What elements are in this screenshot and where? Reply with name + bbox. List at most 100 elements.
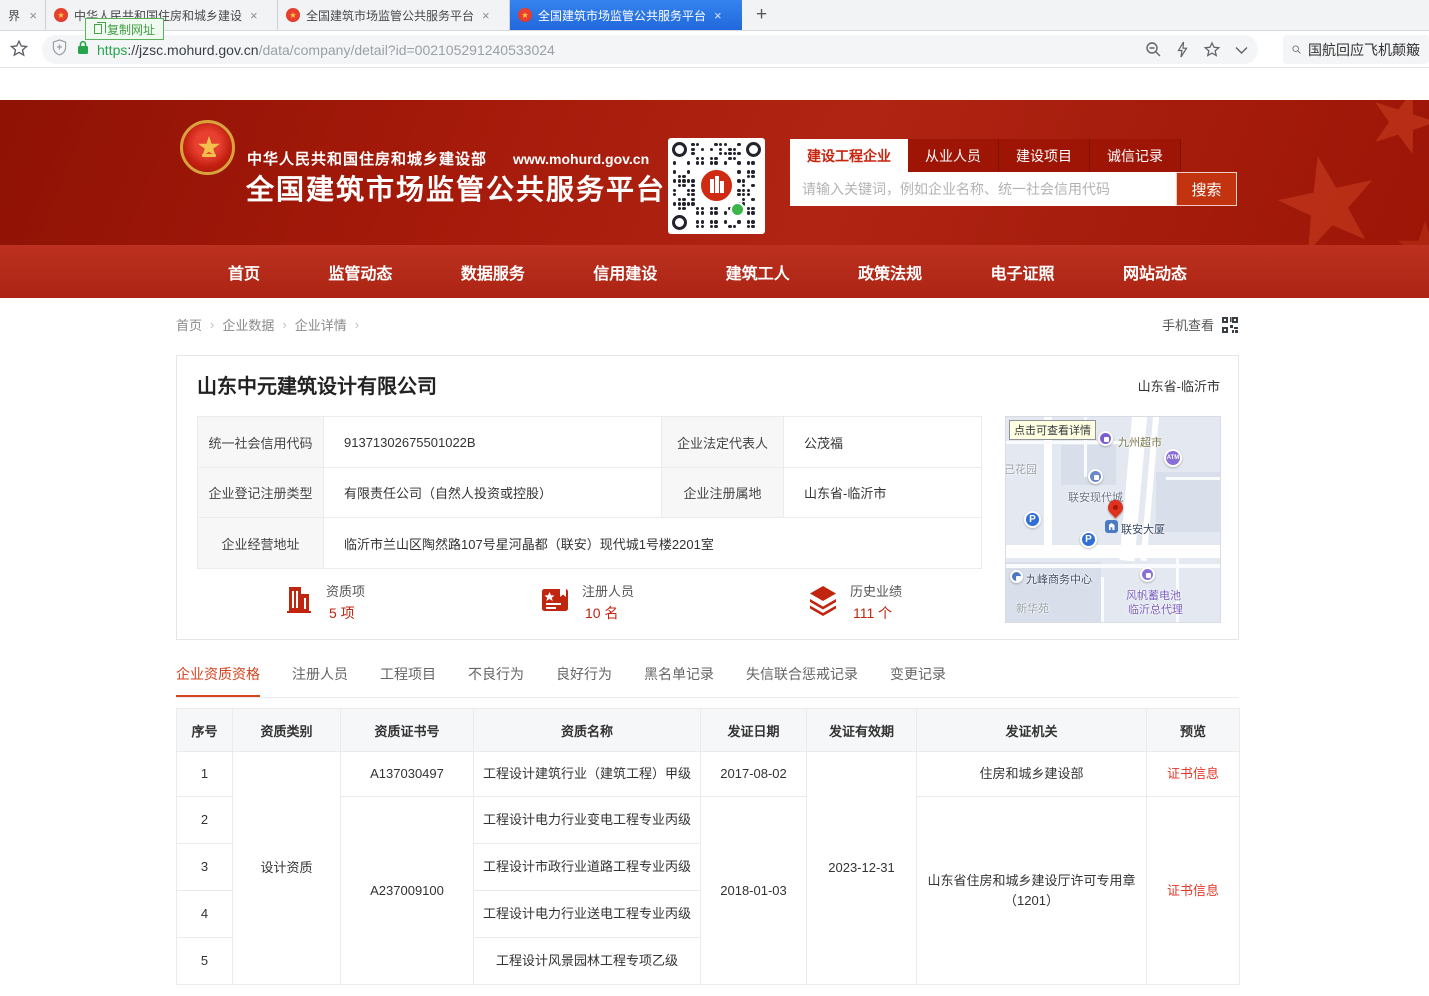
new-tab-button[interactable]: + <box>742 0 781 30</box>
browser-toolbar: https://jzsc.mohurd.gov.cn/data/company/… <box>0 31 1429 68</box>
breadcrumb-company-data[interactable]: 企业数据 <box>222 315 274 334</box>
browser-search-box[interactable]: 国航回应飞机颠簸 <box>1283 35 1429 64</box>
copy-tooltip-text: 复制网址 <box>107 21 155 38</box>
url-text: https://jzsc.mohurd.gov.cn/data/company/… <box>97 42 1135 58</box>
screen: 界 × 中华人民共和国住房和城乡建设 × 全国建筑市场监管公共服务平台 × 全国… <box>0 0 1429 996</box>
table-row: 1 设计资质 A137030497 工程设计建筑行业（建筑工程）甲级 2017-… <box>177 752 1240 797</box>
nav-item-policy[interactable]: 政策法规 <box>858 260 922 284</box>
search-tab-credit[interactable]: 诚信记录 <box>1090 139 1181 172</box>
ministry-name: 中华人民共和国住房和城乡建设部www.mohurd.gov.cn <box>247 148 649 169</box>
search-button[interactable]: 搜索 <box>1176 172 1237 206</box>
address-bar[interactable]: https://jzsc.mohurd.gov.cn/data/company/… <box>42 35 1258 64</box>
search-tab-project[interactable]: 建设项目 <box>999 139 1090 172</box>
nav-item-supervision[interactable]: 监管动态 <box>328 260 392 284</box>
qr-finder <box>672 215 687 230</box>
company-region: 山东省-临沂市 <box>1138 376 1220 395</box>
browser-tab-3-active[interactable]: 全国建筑市场监管公共服务平台 × <box>510 0 742 30</box>
parking-icon: P <box>1080 531 1097 548</box>
mobile-view-button[interactable]: 手机查看 <box>1162 315 1238 334</box>
validity-date: 2023-12-31 <box>807 752 917 985</box>
field-label: 统一社会信用代码 <box>198 417 324 468</box>
tab-registered-personnel[interactable]: 注册人员 <box>292 664 348 697</box>
nav-item-site-news[interactable]: 网站动态 <box>1123 260 1187 284</box>
row-no: 4 <box>177 891 233 938</box>
breadcrumb-separator: › <box>355 317 359 332</box>
row-no: 1 <box>177 752 233 797</box>
row-no: 3 <box>177 844 233 891</box>
authority-line2: （1201） <box>1004 893 1059 908</box>
search-tab-personnel[interactable]: 从业人员 <box>908 139 999 172</box>
breadcrumb-home[interactable]: 首页 <box>176 315 202 334</box>
zoom-out-icon[interactable] <box>1145 41 1162 58</box>
copy-icon <box>94 24 102 34</box>
nav-item-data-service[interactable]: 数据服务 <box>461 260 525 284</box>
breadcrumb-row: 首页 › 企业数据 › 企业详情 › 手机查看 <box>0 313 1429 337</box>
browser-tab-0[interactable]: 界 × <box>0 0 46 30</box>
company-location-map[interactable]: 点击可查看详情 九州超市 ATM 己花园 联安现代城 联安大厦 P P 九峰商务… <box>1005 416 1221 623</box>
issuing-authority: 山东省住房和城乡建设厅许可专用章 （1201） <box>917 797 1147 985</box>
table-header-row: 序号 资质类别 资质证书号 资质名称 发证日期 发证有效期 发证机关 预览 <box>177 709 1240 752</box>
company-name: 山东中元建筑设计有限公司 <box>197 370 437 399</box>
flash-icon[interactable] <box>1176 41 1189 58</box>
site-banner: 中华人民共和国住房和城乡建设部www.mohurd.gov.cn 全国建筑市场监… <box>0 100 1429 245</box>
tab-qualifications[interactable]: 企业资质资格 <box>176 664 260 697</box>
col-header: 发证机关 <box>917 709 1147 752</box>
breadcrumb: 首页 › 企业数据 › 企业详情 › <box>176 315 367 334</box>
tab-projects[interactable]: 工程项目 <box>380 664 436 697</box>
tab-label: 全国建筑市场监管公共服务平台 <box>538 7 706 24</box>
tab-bad-behavior[interactable]: 不良行为 <box>468 664 524 697</box>
chevron-down-icon[interactable] <box>1235 46 1248 54</box>
shield-icon[interactable] <box>52 39 67 61</box>
certificate-info-link[interactable]: 证书信息 <box>1167 766 1219 781</box>
stat-qualifications: 资质项5 项 <box>283 584 365 623</box>
lock-icon <box>77 40 89 60</box>
tab-label: 界 <box>8 7 20 24</box>
business-center-icon <box>1010 570 1023 583</box>
search-tab-enterprise[interactable]: 建设工程企业 <box>790 139 908 172</box>
browser-tab-2[interactable]: 全国建筑市场监管公共服务平台 × <box>278 0 510 30</box>
url-scheme: https <box>97 42 127 58</box>
tab-close-icon[interactable]: × <box>482 8 490 23</box>
site-url: www.mohurd.gov.cn <box>513 151 649 167</box>
url-path: /data/company/detail?id=0021052912405330… <box>259 42 555 58</box>
bookmark-star-icon[interactable] <box>9 39 29 64</box>
address-bar-actions <box>1145 41 1248 59</box>
emblem-favicon <box>518 8 532 22</box>
tab-change-records[interactable]: 变更记录 <box>890 664 946 697</box>
company-info-table: 统一社会信用代码 91371302675501022B 企业法定代表人 公茂福 … <box>197 416 982 569</box>
stat-label: 注册人员 <box>582 584 634 599</box>
qualification-table: 序号 资质类别 资质证书号 资质名称 发证日期 发证有效期 发证机关 预览 1 … <box>176 708 1240 985</box>
cert-no: A137030497 <box>341 752 474 797</box>
map-label-xinhuayuan: 新华苑 <box>1016 600 1049 616</box>
certificate-icon <box>539 584 571 616</box>
tab-blacklist[interactable]: 黑名单记录 <box>644 664 714 697</box>
col-header: 资质证书号 <box>341 709 474 752</box>
favorite-star-icon[interactable] <box>1203 41 1221 59</box>
nav-item-e-license[interactable]: 电子证照 <box>991 260 1055 284</box>
emblem-favicon <box>54 8 68 22</box>
tab-dishonesty-records[interactable]: 失信联合惩戒记录 <box>746 664 858 697</box>
qr-code <box>668 138 765 234</box>
reg-place-value: 山东省-临沂市 <box>784 468 982 518</box>
layers-icon <box>807 584 839 616</box>
stat-value: 10 名 <box>582 603 634 623</box>
map-label-business-center: 九峰商务中心 <box>1026 571 1092 587</box>
breadcrumb-company-detail[interactable]: 企业详情 <box>295 315 347 334</box>
nav-item-credit[interactable]: 信用建设 <box>593 260 657 284</box>
col-header: 预览 <box>1147 709 1240 752</box>
issue-date: 2017-08-02 <box>701 752 807 797</box>
nav-item-workers[interactable]: 建筑工人 <box>726 260 790 284</box>
field-label: 企业注册属地 <box>662 468 784 518</box>
nav-item-home[interactable]: 首页 <box>228 260 260 284</box>
stat-registered-personnel: 注册人员 10 名 <box>539 584 634 623</box>
tab-good-behavior[interactable]: 良好行为 <box>556 664 612 697</box>
tab-close-icon[interactable]: × <box>29 8 37 23</box>
col-header: 发证日期 <box>701 709 807 752</box>
qual-name: 工程设计电力行业变电工程专业丙级 <box>474 797 701 844</box>
tab-close-icon[interactable]: × <box>250 8 258 23</box>
keyword-input[interactable] <box>790 172 1176 206</box>
map-tooltip: 点击可查看详情 <box>1009 420 1096 440</box>
field-label: 企业登记注册类型 <box>198 468 324 518</box>
tab-close-icon[interactable]: × <box>714 8 722 23</box>
certificate-info-link[interactable]: 证书信息 <box>1167 883 1219 898</box>
